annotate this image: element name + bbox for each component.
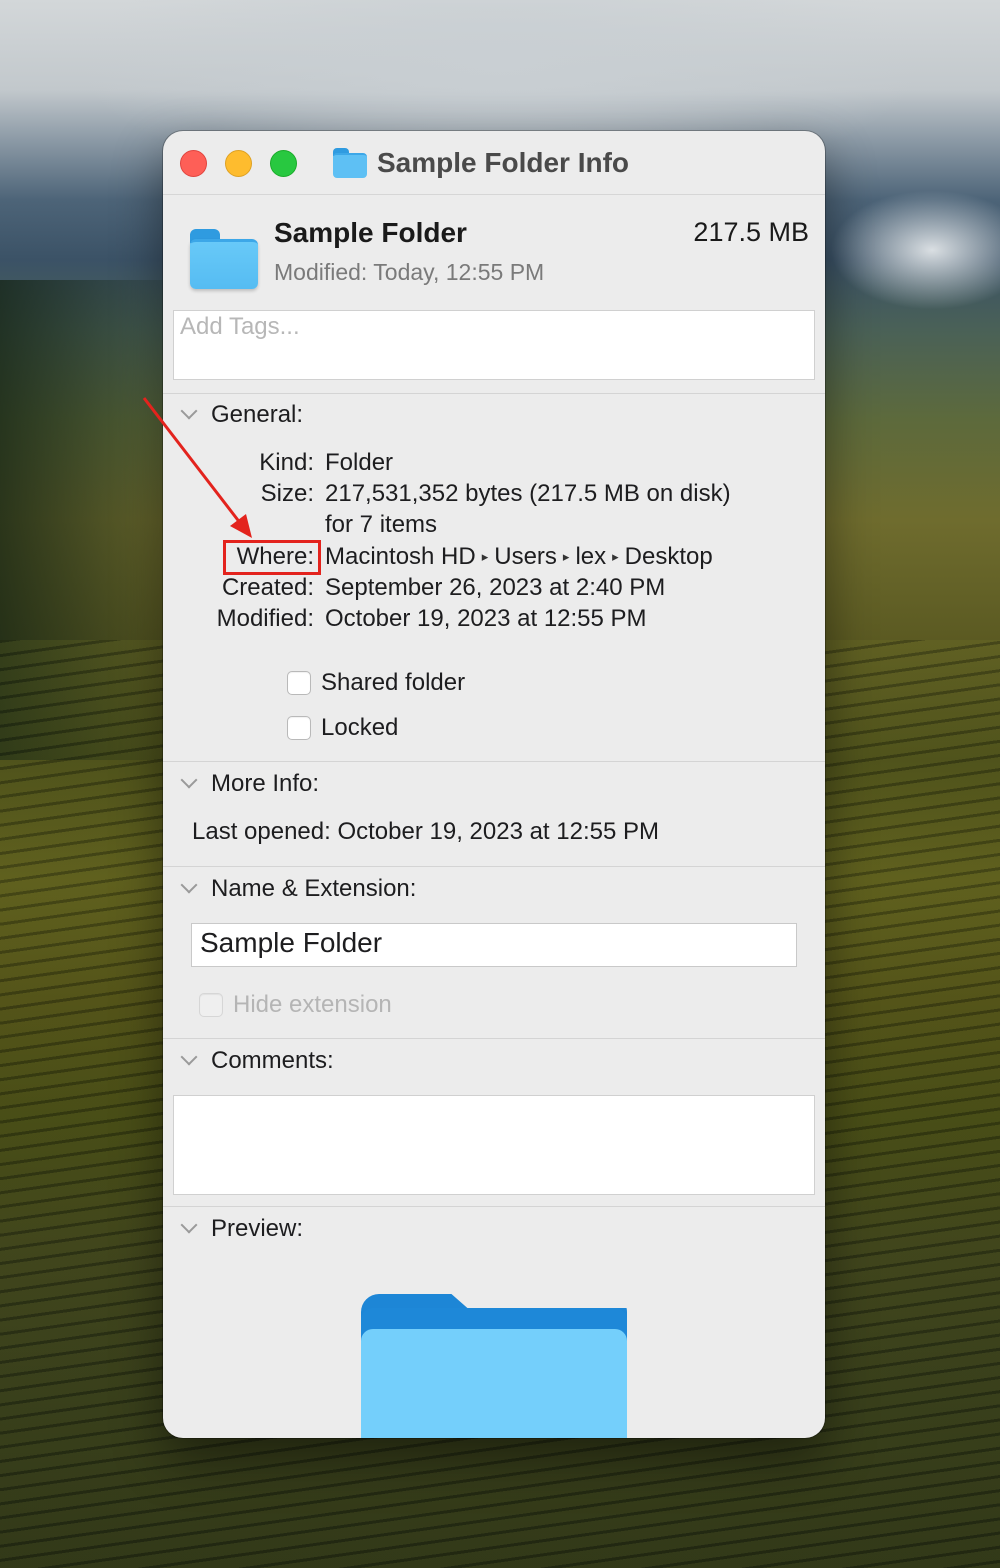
path-segment[interactable]: Macintosh HD bbox=[325, 543, 476, 570]
shared-folder-checkbox[interactable]: Shared folder bbox=[287, 669, 465, 697]
divider bbox=[163, 761, 825, 762]
path-arrow-icon: ▸ bbox=[562, 549, 570, 564]
divider bbox=[163, 866, 825, 867]
section-title-more-info: More Info: bbox=[211, 770, 320, 797]
item-size: 217.5 MB bbox=[693, 217, 809, 247]
comments-section-toggle[interactable]: Comments: bbox=[180, 1047, 334, 1075]
general-section-toggle[interactable]: General: bbox=[180, 401, 304, 429]
hide-extension-checkbox: Hide extension bbox=[199, 991, 392, 1019]
wallpaper-trees bbox=[0, 280, 170, 760]
wallpaper-cloud bbox=[830, 190, 1000, 310]
info-header: Sample Folder 217.5 MB Modified: Today, … bbox=[163, 195, 825, 307]
comments-field[interactable] bbox=[173, 1095, 815, 1195]
chevron-down-icon bbox=[180, 1048, 198, 1066]
size-row-continued: for 7 items bbox=[163, 511, 825, 541]
chevron-down-icon bbox=[180, 1216, 198, 1234]
size-value: 217,531,352 bytes (217.5 MB on disk) bbox=[325, 480, 731, 507]
where-label: Where: bbox=[236, 543, 314, 570]
item-modified: Modified: Today, 12:55 PM bbox=[274, 259, 545, 285]
checkbox-box bbox=[199, 993, 223, 1017]
last-opened-row: Last opened: October 19, 2023 at 12:55 P… bbox=[192, 818, 825, 848]
where-path: Macintosh HD ▸ Users ▸ lex ▸ Desktop bbox=[325, 543, 713, 571]
checkbox-box[interactable] bbox=[287, 671, 311, 695]
section-title-comments: Comments: bbox=[211, 1047, 334, 1074]
kind-row: Kind: Folder bbox=[163, 449, 825, 479]
size-label: Size: bbox=[260, 480, 314, 507]
shared-folder-label: Shared folder bbox=[321, 669, 466, 696]
chevron-down-icon bbox=[180, 876, 198, 894]
modified-label: Modified: bbox=[216, 605, 314, 632]
get-info-window: Sample Folder Info Sample Folder 217.5 M… bbox=[163, 131, 825, 1438]
divider bbox=[163, 1038, 825, 1039]
close-button[interactable] bbox=[180, 150, 207, 177]
path-segment[interactable]: lex bbox=[575, 543, 606, 570]
item-name: Sample Folder bbox=[274, 217, 467, 248]
section-title-name-extension: Name & Extension: bbox=[211, 875, 417, 902]
path-arrow-icon: ▸ bbox=[612, 549, 619, 564]
kind-value: Folder bbox=[325, 449, 394, 476]
chevron-down-icon bbox=[180, 771, 198, 789]
hide-extension-label: Hide extension bbox=[233, 991, 392, 1018]
created-label: Created: bbox=[221, 574, 314, 601]
chevron-down-icon bbox=[180, 402, 198, 420]
size-value-items: for 7 items bbox=[325, 511, 438, 538]
window-title-group: Sample Folder Info bbox=[333, 145, 629, 181]
created-value: September 26, 2023 at 2:40 PM bbox=[325, 574, 666, 601]
folder-icon bbox=[333, 148, 367, 178]
locked-checkbox[interactable]: Locked bbox=[287, 714, 398, 742]
section-title-general: General: bbox=[211, 401, 304, 428]
zoom-button[interactable] bbox=[270, 150, 297, 177]
checkbox-box[interactable] bbox=[287, 716, 311, 740]
window-title: Sample Folder Info bbox=[377, 147, 630, 178]
locked-label: Locked bbox=[321, 714, 399, 741]
last-opened-text: Last opened: October 19, 2023 at 12:55 P… bbox=[192, 818, 659, 845]
title-bar[interactable]: Sample Folder Info bbox=[163, 131, 825, 195]
preview-section-toggle[interactable]: Preview: bbox=[180, 1215, 304, 1243]
path-segment[interactable]: Users bbox=[494, 543, 557, 570]
section-title-preview: Preview: bbox=[211, 1215, 304, 1242]
more-info-section-toggle[interactable]: More Info: bbox=[180, 770, 320, 798]
folder-icon bbox=[190, 229, 258, 289]
tags-field[interactable]: Add Tags... bbox=[173, 310, 815, 380]
name-extension-section-toggle[interactable]: Name & Extension: bbox=[180, 875, 417, 903]
divider bbox=[163, 1206, 825, 1207]
name-field[interactable]: Sample Folder bbox=[191, 923, 797, 967]
modified-value: October 19, 2023 at 12:55 PM bbox=[325, 605, 647, 632]
created-row: Created: September 26, 2023 at 2:40 PM bbox=[163, 574, 825, 604]
modified-row: Modified: October 19, 2023 at 12:55 PM bbox=[163, 605, 825, 635]
path-arrow-icon: ▸ bbox=[481, 549, 489, 564]
where-row: Where: Macintosh HD ▸ Users ▸ lex ▸ Desktop bbox=[163, 543, 825, 573]
divider bbox=[163, 393, 825, 394]
kind-label: Kind: bbox=[259, 449, 314, 476]
minimize-button[interactable] bbox=[225, 150, 252, 177]
path-segment[interactable]: Desktop bbox=[625, 543, 713, 570]
size-row: Size: 217,531,352 bytes (217.5 MB on dis… bbox=[163, 480, 825, 510]
folder-preview-icon bbox=[361, 1294, 627, 1438]
